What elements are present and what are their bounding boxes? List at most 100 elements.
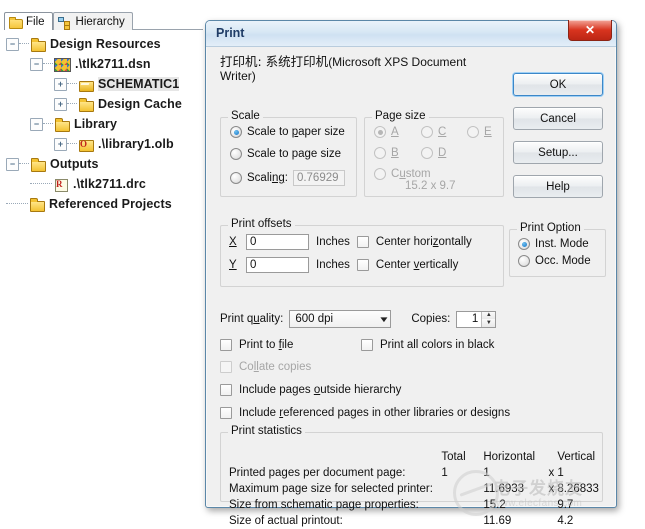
page-size-custom-label: Custom [391, 168, 431, 180]
checkbox-center-vertically[interactable] [357, 259, 369, 271]
table-row: Size from schematic page properties: 15.… [229, 497, 599, 513]
project-tree: − Design Resources − .\tlk2711.dsn + SCH… [6, 34, 206, 214]
tab-hierarchy[interactable]: Hierarchy [53, 12, 133, 30]
tree-item-design-cache[interactable]: + Design Cache [6, 94, 206, 114]
explorer-tabstrip: File Hierarchy [4, 13, 203, 30]
radio-icon[interactable] [230, 126, 242, 138]
expander-minus-icon[interactable]: − [6, 158, 19, 171]
ok-button[interactable]: OK [513, 73, 603, 96]
print-statistics-table: Total Horizontal Vertical Printed pages … [229, 449, 599, 529]
expander-minus-icon[interactable]: − [6, 38, 19, 51]
radio-icon[interactable] [421, 147, 433, 159]
radio-page-size-custom[interactable]: Custom [374, 168, 431, 180]
stepper-arrows[interactable]: ▲ ▼ [481, 312, 495, 327]
dialog-titlebar[interactable]: Print ✕ [206, 21, 616, 47]
expander-plus-icon[interactable]: + [54, 98, 67, 111]
radio-icon[interactable] [374, 168, 386, 180]
radio-scale-to-paper-size[interactable]: Scale to paper size [230, 126, 345, 138]
tree-item-label: .\tlk2711.drc [73, 177, 146, 191]
print-statistics-legend: Print statistics [228, 425, 305, 437]
table-row: Printed pages per document page: 1 1 x 1 [229, 465, 599, 481]
stepper-down-icon[interactable]: ▼ [482, 319, 495, 327]
radio-icon[interactable] [518, 255, 530, 267]
stats-header-total: Total [433, 449, 483, 465]
tree-item-drc[interactable]: .\tlk2711.drc [6, 174, 206, 194]
tree-item-outputs[interactable]: − Outputs [6, 154, 206, 174]
offset-y-units: Inches [316, 259, 350, 271]
checkbox-include-outside-row[interactable]: Include pages outside hierarchy [220, 384, 401, 396]
stats-row-horizontal: 15.2 [483, 497, 545, 513]
print-all-colors-black-label: Print all colors in black [380, 339, 494, 351]
print-quality-row: Print quality: 600 dpi ▼ Copies: 1 ▲ ▼ [220, 310, 496, 328]
stepper-up-icon[interactable]: ▲ [482, 312, 495, 320]
expander-minus-icon[interactable]: − [30, 118, 43, 131]
tree-item-referenced-projects[interactable]: Referenced Projects [6, 194, 206, 214]
print-quality-select[interactable]: 600 dpi ▼ [289, 310, 391, 328]
stats-row-x [545, 513, 557, 529]
print-option-group: Print Option Inst. Mode Occ. Mode [509, 229, 606, 277]
radio-scaling[interactable]: Scaling: 0.76929 [230, 170, 345, 186]
checkbox-print-to-file-row[interactable]: Print to file [220, 339, 293, 351]
scale-to-paper-label: Scale to paper size [247, 126, 345, 138]
stats-row-total: 1 [433, 465, 483, 481]
checkbox-collate-copies-row: Collate copies [220, 361, 311, 373]
scaling-input[interactable]: 0.76929 [293, 170, 345, 186]
offset-x-row: X 0 Inches Center horizontally [229, 234, 472, 250]
radio-icon[interactable] [374, 126, 386, 138]
offset-y-label: Y [229, 259, 239, 271]
offset-y-input[interactable]: 0 [246, 257, 309, 273]
tree-item-library[interactable]: − Library [6, 114, 206, 134]
radio-page-size-d[interactable]: D [421, 147, 446, 159]
expander-plus-icon[interactable]: + [54, 138, 67, 151]
checkbox-center-horizontally[interactable] [357, 236, 369, 248]
checkbox-include-referenced-pages[interactable] [220, 407, 232, 419]
tree-item-dsn[interactable]: − .\tlk2711.dsn [6, 54, 206, 74]
tree-item-schematic1[interactable]: + SCHEMATIC1 [6, 74, 206, 94]
tree-item-label: Outputs [50, 157, 99, 171]
radio-page-size-c[interactable]: C [421, 126, 446, 138]
radio-scale-to-page-size[interactable]: Scale to page size [230, 148, 341, 160]
checkbox-print-to-file[interactable] [220, 339, 232, 351]
hierarchy-icon [58, 17, 72, 28]
offset-y-row: Y 0 Inches Center vertically [229, 257, 458, 273]
radio-inst-mode[interactable]: Inst. Mode [518, 238, 589, 250]
tab-file[interactable]: File [4, 12, 53, 30]
chevron-down-icon: ▼ [378, 315, 390, 324]
radio-icon[interactable] [467, 126, 479, 138]
radio-page-size-b[interactable]: B [374, 147, 399, 159]
tab-file-label: File [26, 16, 45, 28]
checkbox-print-all-colors-black[interactable] [361, 339, 373, 351]
close-icon[interactable]: ✕ [568, 20, 612, 41]
library-icon [78, 138, 94, 151]
radio-occ-mode[interactable]: Occ. Mode [518, 255, 591, 267]
radio-icon[interactable] [518, 238, 530, 250]
radio-icon[interactable] [230, 148, 242, 160]
print-statistics-group: Print statistics Total Horizontal Vertic… [220, 432, 603, 502]
stats-row-label: Printed pages per document page: [229, 465, 433, 481]
setup-button[interactable]: Setup... [513, 141, 603, 164]
offset-x-input[interactable]: 0 [246, 234, 309, 250]
open-folder-icon [78, 78, 94, 91]
stats-row-horizontal: 11.6933 [483, 481, 545, 497]
expander-minus-icon[interactable]: − [30, 58, 43, 71]
setup-button-label: Setup... [538, 147, 578, 159]
copies-stepper[interactable]: 1 ▲ ▼ [456, 311, 496, 328]
tree-item-library1-olb[interactable]: + .\library1.olb [6, 134, 206, 154]
expander-plus-icon[interactable]: + [54, 78, 67, 91]
radio-page-size-a[interactable]: A [374, 126, 399, 138]
tree-item-design-resources[interactable]: − Design Resources [6, 34, 206, 54]
checkbox-include-referenced-row[interactable]: Include referenced pages in other librar… [220, 407, 510, 419]
checkbox-print-all-colors-black-row[interactable]: Print all colors in black [361, 339, 494, 351]
stats-row-total [433, 481, 483, 497]
print-to-file-label: Print to file [239, 339, 293, 351]
tab-hierarchy-label: Hierarchy [76, 16, 125, 28]
page-size-d-label: D [438, 147, 446, 159]
radio-icon[interactable] [230, 172, 242, 184]
radio-page-size-e[interactable]: E [467, 126, 492, 138]
radio-icon[interactable] [374, 147, 386, 159]
radio-icon[interactable] [421, 126, 433, 138]
cancel-button[interactable]: Cancel [513, 107, 603, 130]
help-button[interactable]: Help [513, 175, 603, 198]
checkbox-include-pages-outside-hierarchy[interactable] [220, 384, 232, 396]
printer-label: 打印机: 系统打印机(Microsoft XPS Document Writer… [220, 55, 505, 83]
